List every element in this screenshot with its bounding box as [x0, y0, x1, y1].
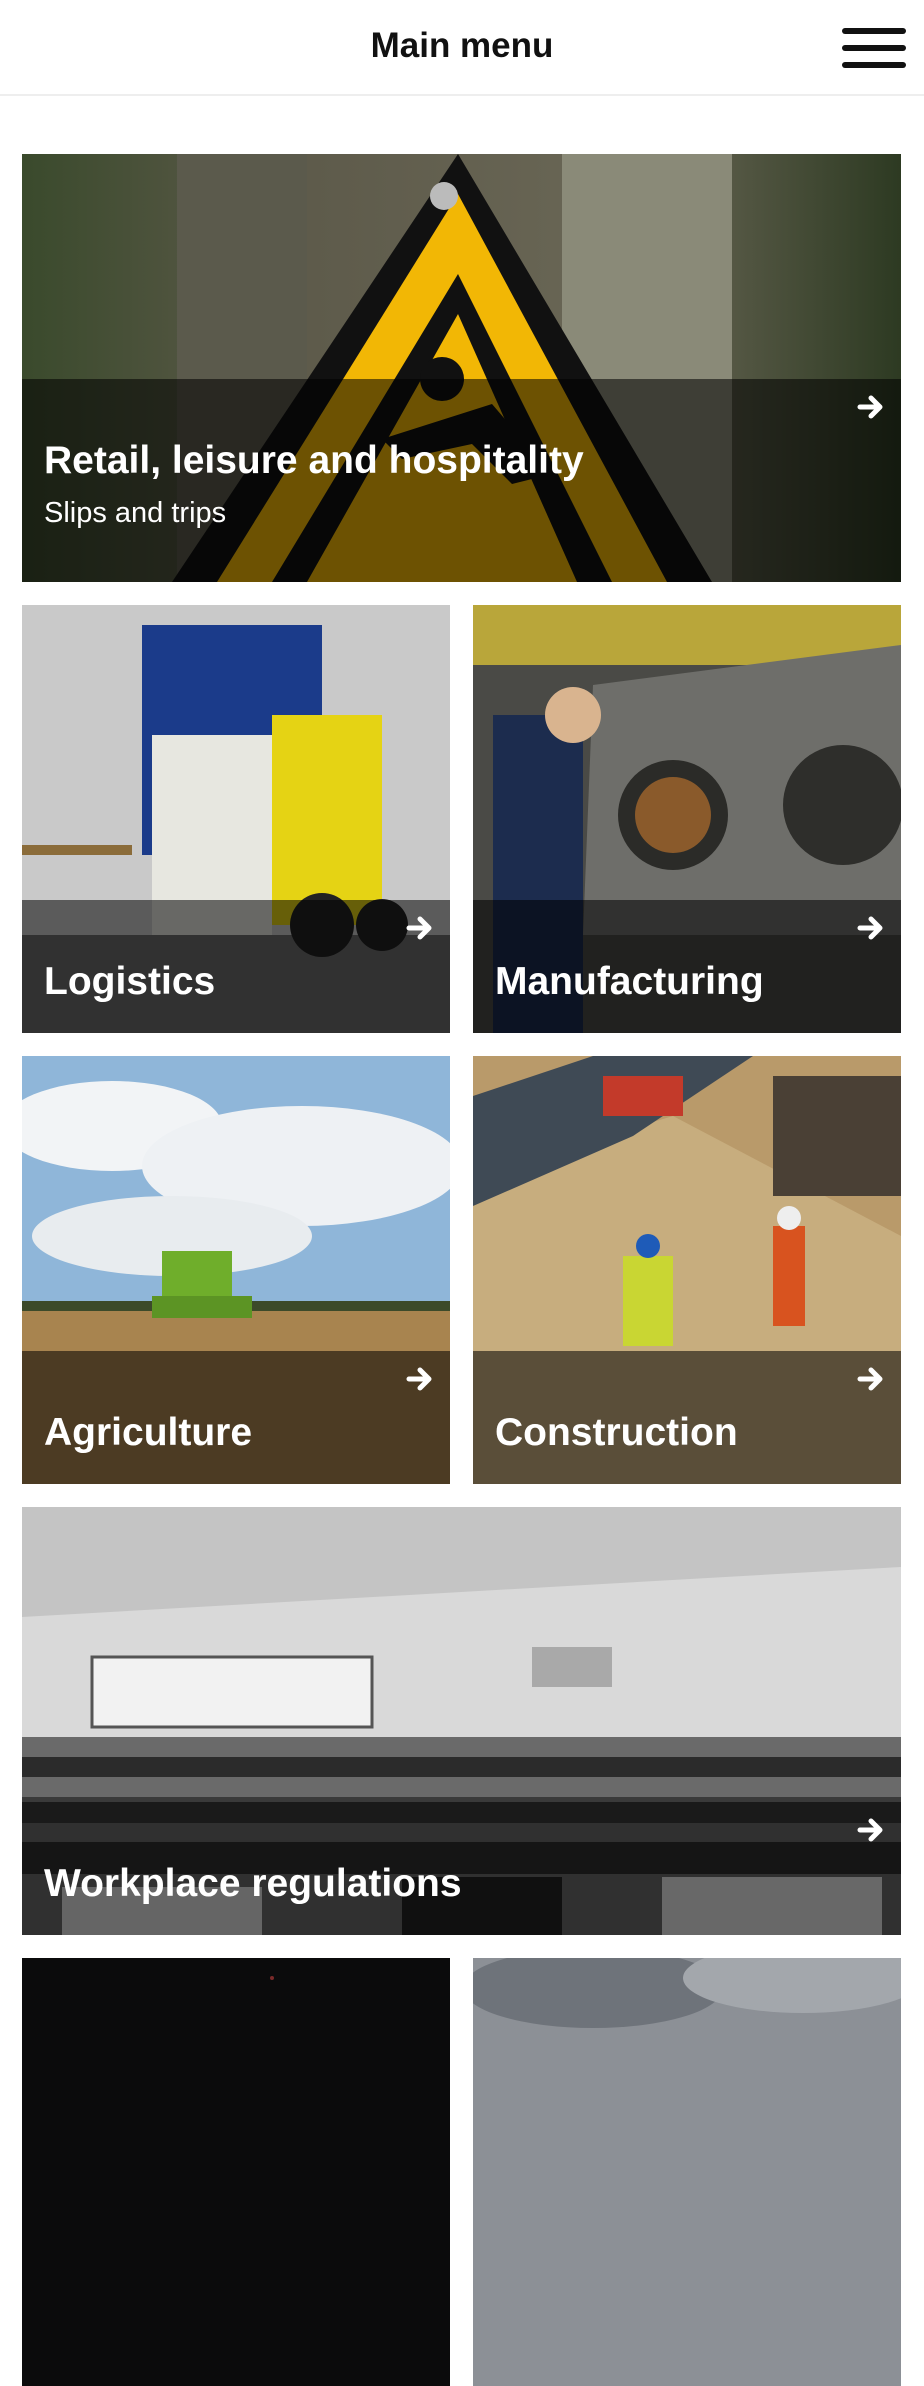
arrow-right-icon: [406, 1367, 432, 1391]
tile-title: Retail, leisure and hospitality: [44, 439, 584, 482]
page-title: Main menu: [370, 26, 554, 65]
tile-retail-leisure-hospitality[interactable]: Retail, leisure and hospitality Slips an…: [22, 154, 901, 582]
tile-workplace-regulations[interactable]: Workplace regulations: [22, 1507, 901, 1935]
tile-title: Construction: [495, 1411, 738, 1454]
arrow-right-icon: [857, 916, 883, 940]
tile-next-right[interactable]: [473, 1958, 901, 2386]
tile-agriculture[interactable]: Agriculture: [22, 1056, 450, 1484]
tile-manufacturing[interactable]: Manufacturing: [473, 605, 901, 1033]
tile-title: Agriculture: [44, 1411, 253, 1454]
tile-subtitle: Slips and trips: [44, 497, 227, 529]
tile-logistics[interactable]: Logistics: [22, 605, 450, 1033]
tile-construction[interactable]: Construction: [473, 1056, 901, 1484]
arrow-right-icon: [857, 395, 883, 419]
tile-title: Manufacturing: [495, 960, 764, 1003]
arrow-right-icon: [406, 916, 432, 940]
tile-title: Workplace regulations: [44, 1862, 462, 1905]
smoke-clouds-image: [473, 1958, 901, 2386]
arrow-right-icon: [857, 1818, 883, 1842]
arrow-right-icon: [857, 1367, 883, 1391]
tile-next-left[interactable]: [22, 1958, 450, 2386]
app-header: Main menu: [0, 0, 924, 96]
tile-title: Logistics: [44, 960, 216, 1003]
hamburger-menu-icon[interactable]: [842, 26, 906, 70]
dark-image: [22, 1958, 450, 2386]
